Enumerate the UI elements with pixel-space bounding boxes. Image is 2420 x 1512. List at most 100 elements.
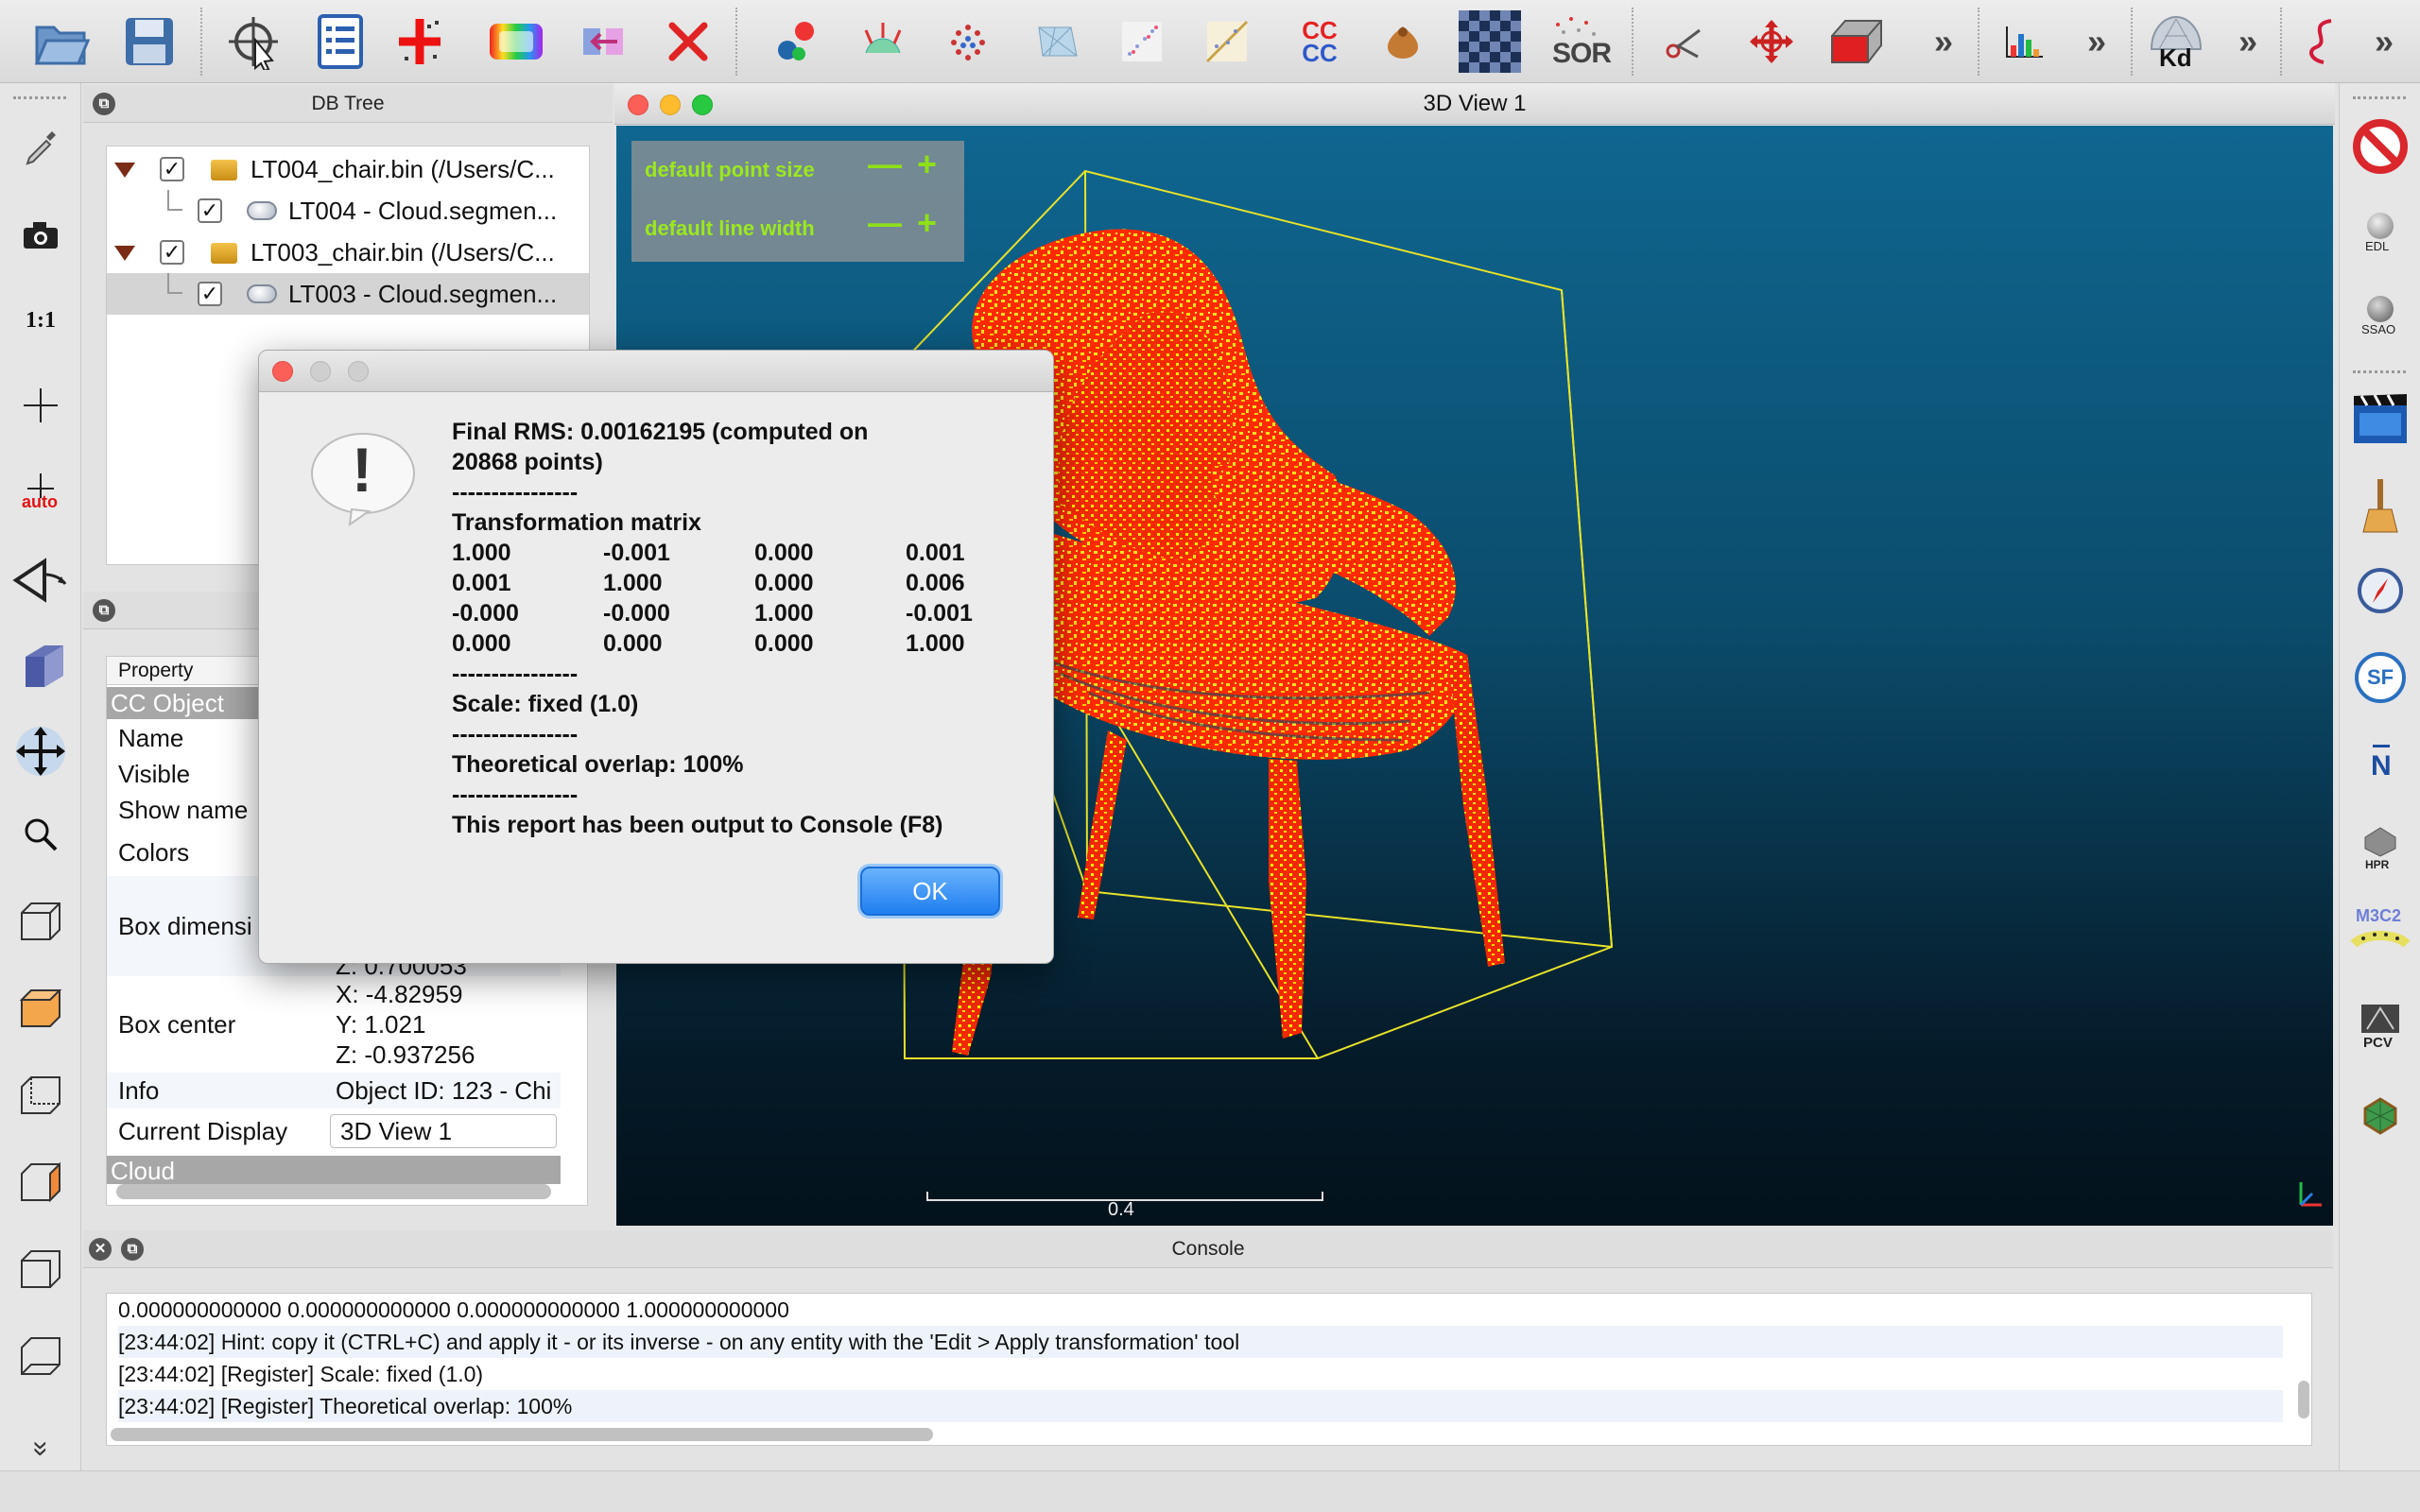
one-to-one-button[interactable]: 1:1 <box>8 287 74 353</box>
more-kd-chevron-icon[interactable]: » <box>2214 8 2282 76</box>
tree-row[interactable]: ✓ LT003_chair.bin (/Users/C... <box>107 232 589 273</box>
merge-icon[interactable] <box>569 8 637 76</box>
point-pick-icon[interactable] <box>8 372 74 438</box>
cube-view-icon[interactable] <box>8 633 74 699</box>
close-icon[interactable]: ✕ <box>89 1238 112 1261</box>
scissors-icon[interactable] <box>1651 8 1719 76</box>
one-to-one-label: 1:1 <box>26 307 56 333</box>
new-point-icon[interactable] <box>386 8 454 76</box>
minimize-window-icon[interactable] <box>660 94 681 115</box>
pick-rotation-center-icon[interactable] <box>219 8 287 76</box>
no-shader-icon[interactable] <box>2347 113 2413 180</box>
sor-filter-icon[interactable]: SOR <box>1543 8 1612 76</box>
m3c2-icon[interactable]: M3C2 <box>2347 902 2413 968</box>
more-tools-chevron-icon[interactable]: » <box>1910 8 1978 76</box>
line-width-minus-button[interactable]: — <box>868 203 902 243</box>
checkerboard-icon[interactable] <box>1456 8 1524 76</box>
back-view-icon[interactable] <box>8 1062 74 1128</box>
display-options-overlay: default point size — + default line widt… <box>631 141 964 262</box>
tree-row[interactable]: ✓ LT004_chair.bin (/Users/C... <box>107 148 589 190</box>
visibility-checkbox[interactable]: ✓ <box>160 240 184 265</box>
overflow-chevron-icon[interactable]: » <box>2350 8 2418 76</box>
front-view-icon[interactable] <box>8 888 74 954</box>
pcv-icon[interactable]: PCV <box>2347 996 2413 1062</box>
points-sample-icon[interactable] <box>934 8 1002 76</box>
visibility-checkbox[interactable]: ✓ <box>198 198 222 223</box>
normals-icon[interactable] <box>849 8 917 76</box>
cross-section-icon[interactable] <box>1193 8 1261 76</box>
matrix-cell: -0.001 <box>603 540 670 566</box>
rms-line: Final RMS: 0.00162195 (computed on <box>452 419 869 445</box>
left-view-icon[interactable] <box>8 1149 74 1215</box>
toolbar-grip <box>2353 370 2406 373</box>
toolbar-separator <box>200 8 202 76</box>
float-icon[interactable]: ⧉ <box>121 1238 144 1261</box>
log-line: [23:44:02] Hint: copy it (CTRL+C) and ap… <box>118 1326 2283 1358</box>
sf-plugin-icon[interactable]: SF <box>2347 644 2413 711</box>
color-scale-icon[interactable] <box>482 8 550 76</box>
poisson-recon-icon[interactable] <box>2347 1083 2413 1149</box>
property-row[interactable]: Info Object ID: 123 - Chi <box>107 1073 561 1108</box>
broom-icon[interactable] <box>2347 472 2413 539</box>
expand-triangle-icon[interactable] <box>114 163 135 178</box>
segment-icon[interactable] <box>762 8 830 76</box>
delete-icon[interactable] <box>654 8 722 76</box>
hpr-label: HPR <box>2365 858 2390 871</box>
line-width-plus-button[interactable]: + <box>917 203 937 243</box>
kd-tree-icon[interactable]: Kd <box>2142 8 2210 76</box>
box-icon[interactable] <box>1823 8 1891 76</box>
tree-row-selected[interactable]: ✓ LT003 - Cloud.segmen... <box>107 273 589 315</box>
perspective-icon[interactable] <box>8 546 74 612</box>
subsample-icon[interactable] <box>1108 8 1176 76</box>
visibility-checkbox[interactable]: ✓ <box>160 157 184 181</box>
matrix-row: 1.000 -0.001 0.000 0.001 <box>452 538 1038 568</box>
animation-icon[interactable] <box>2347 386 2413 452</box>
property-row[interactable]: Current Display 3D View 1 <box>107 1110 561 1152</box>
close-dialog-icon[interactable] <box>272 361 293 382</box>
bottom-view-icon[interactable] <box>8 1323 74 1389</box>
mesh-icon[interactable] <box>1023 8 1091 76</box>
zoom-icon[interactable] <box>8 801 74 868</box>
expand-triangle-icon[interactable] <box>114 246 135 261</box>
auto-pick-button[interactable]: auto <box>8 459 74 525</box>
edl-shader-icon[interactable]: EDL <box>2347 200 2413 266</box>
open-icon[interactable] <box>26 8 95 76</box>
spline-icon[interactable] <box>2288 8 2356 76</box>
normals-plugin-icon[interactable]: N <box>2347 731 2413 798</box>
horizontal-scrollbar[interactable] <box>116 1184 551 1199</box>
compare-cc-icon[interactable]: CC CC <box>1286 8 1354 76</box>
compass-icon[interactable] <box>2347 558 2413 624</box>
label-icon[interactable] <box>1369 8 1437 76</box>
separator: ---------------- <box>452 479 579 506</box>
matrix-title: Transformation matrix <box>452 509 701 536</box>
point-size-minus-button[interactable]: — <box>868 145 902 184</box>
horizontal-scrollbar[interactable] <box>111 1428 933 1441</box>
console-log[interactable]: 0.000000000000 0.000000000000 0.00000000… <box>106 1293 2312 1446</box>
maximize-window-icon[interactable] <box>692 94 713 115</box>
properties-list-icon[interactable] <box>306 8 374 76</box>
axis-trihedron-icon <box>2299 1182 2322 1207</box>
translate-rotate-icon[interactable] <box>1737 8 1806 76</box>
pan-move-icon[interactable] <box>8 718 74 784</box>
float-icon[interactable]: ⧉ <box>93 93 115 115</box>
visibility-checkbox[interactable]: ✓ <box>198 282 222 306</box>
right-view-icon[interactable] <box>8 1236 74 1302</box>
close-window-icon[interactable] <box>628 94 648 115</box>
matrix-cell: 1.000 <box>452 540 511 566</box>
point-size-plus-button[interactable]: + <box>917 145 937 184</box>
current-display-select[interactable]: 3D View 1 <box>330 1114 557 1148</box>
tree-row[interactable]: ✓ LT004 - Cloud.segmen... <box>107 190 589 232</box>
property-row[interactable]: X: -4.82959 Box center Y: 1.021 Z: -0.93… <box>107 978 561 1069</box>
ok-button[interactable]: OK <box>860 867 1000 916</box>
histogram-icon[interactable] <box>1991 8 2059 76</box>
top-view-icon[interactable] <box>8 975 74 1041</box>
ssao-shader-icon[interactable]: SSAO <box>2347 284 2413 350</box>
vertical-scrollbar[interactable] <box>2298 1381 2309 1418</box>
hpr-icon[interactable]: HPR <box>2347 816 2413 883</box>
camera-icon[interactable] <box>8 202 74 268</box>
separator: ---------------- <box>452 661 579 687</box>
float-icon[interactable]: ⧉ <box>93 599 115 622</box>
pipette-icon[interactable] <box>8 113 74 180</box>
save-icon[interactable] <box>115 8 183 76</box>
more-plugins-chevron-icon[interactable]: » <box>2063 8 2131 76</box>
